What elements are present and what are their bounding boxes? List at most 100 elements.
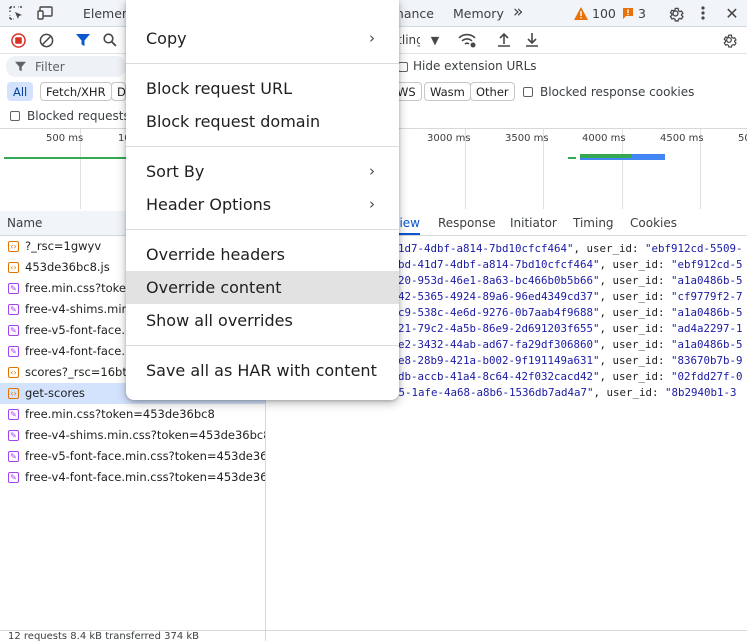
json-line[interactable]: 21-79c2-4a5b-86e9-2d691203f655", user_id…	[398, 322, 743, 338]
json-user-value: "cf9779f2-7	[671, 290, 743, 303]
json-key: , user_id:	[599, 354, 672, 367]
timeline-activity-bar	[4, 157, 126, 159]
json-user-value: "8b2940b1-3	[665, 386, 737, 399]
blocked-response-cookies-checkbox[interactable]	[523, 87, 533, 97]
close-devtools-icon[interactable]: ✕	[724, 4, 740, 23]
menu-item-override-content[interactable]: Override content	[126, 271, 399, 304]
chevron-right-icon: ›	[369, 195, 375, 213]
type-filter-all[interactable]: All	[7, 82, 34, 101]
json-id-value: 21-79c2-4a5b-86e9-2d691203f655"	[398, 322, 600, 335]
issues-count[interactable]: 3	[638, 6, 646, 21]
json-line[interactable]: 20-953d-46e1-8a63-bc466b0b5b66", user_id…	[398, 274, 743, 290]
settings-gear-icon[interactable]	[666, 4, 684, 22]
timeline-activity-bar	[568, 157, 576, 159]
stylesheet-file-icon: ✎	[8, 409, 19, 420]
request-row[interactable]: ✎ free.min.css?token=453de36bc8	[0, 404, 265, 425]
active-tab-underline	[398, 233, 420, 235]
menu-item-save-all-as-har[interactable]: Save all as HAR with content	[126, 354, 399, 387]
blocked-requests-label: Blocked requests	[27, 109, 130, 123]
type-filter-other[interactable]: Other	[470, 82, 515, 101]
more-options-icon[interactable]	[696, 4, 710, 22]
json-user-value: "a1a0486b-5	[671, 274, 743, 287]
timeline-activity-bar	[580, 158, 665, 160]
menu-item-block-request-domain[interactable]: Block request domain	[126, 105, 399, 138]
json-user-value: "02fdd27f-0	[671, 370, 743, 383]
json-user-value: "a1a0486b-5	[671, 338, 743, 351]
json-id-value: bd-41d7-4dbf-a814-7bd10cfcf464"	[398, 258, 600, 271]
chevron-down-icon[interactable]: ▼	[429, 33, 441, 47]
tab-initiator[interactable]: Initiator	[510, 216, 557, 230]
menu-separator	[126, 146, 399, 147]
stop-recording-icon[interactable]	[10, 32, 26, 48]
request-name: free.min.css?token=453de36bc8	[25, 407, 215, 421]
menu-item-override-headers[interactable]: Override headers	[126, 238, 399, 271]
timeline-tick-label: 5000 ms	[738, 133, 747, 144]
more-tabs-icon[interactable]: »	[513, 2, 523, 22]
menu-item-copy[interactable]: Copy ›	[126, 22, 399, 55]
json-line[interactable]: 42-5365-4924-89a6-96ed4349cd37", user_id…	[398, 290, 743, 306]
device-toolbar-icon[interactable]	[37, 5, 53, 21]
warning-icon	[574, 6, 588, 20]
tab-timing[interactable]: Timing	[573, 216, 614, 230]
menu-item-header-options[interactable]: Header Options ›	[126, 188, 399, 221]
blocked-response-cookies-label: Blocked response cookies	[540, 85, 695, 99]
tab-memory[interactable]: Memory	[453, 6, 504, 21]
throttling-select[interactable]: No throttling	[400, 33, 420, 47]
stylesheet-file-icon: ✎	[8, 451, 19, 462]
request-row[interactable]: ✎ free-v4-font-face.min.css?token=453de36…	[0, 467, 265, 488]
json-line[interactable]: c9-538c-4e6d-9276-0b7aab4f9688", user_id…	[398, 306, 743, 322]
clear-icon[interactable]	[38, 32, 54, 48]
request-row[interactable]: ✎ free-v5-font-face.min.css?token=453de36…	[0, 446, 265, 467]
document-file-icon: ‹›	[8, 262, 19, 273]
menu-item-label: Copy	[146, 29, 187, 48]
tab-cookies[interactable]: Cookies	[630, 216, 677, 230]
timeline-tick-label: 4500 ms	[660, 133, 704, 144]
menu-item-sort-by[interactable]: Sort By ›	[126, 155, 399, 188]
json-line[interactable]: bd-41d7-4dbf-a814-7bd10cfcf464", user_id…	[398, 258, 743, 274]
menu-item-label: Header Options	[146, 195, 272, 214]
json-line[interactable]: e8-28b9-421a-b002-9f191149a631", user_id…	[398, 354, 743, 370]
timeline-tick-label: 4000 ms	[582, 133, 626, 144]
filter-funnel-icon[interactable]	[75, 32, 91, 48]
menu-item-block-request-url[interactable]: Block request URL	[126, 72, 399, 105]
json-key: , user_id:	[599, 274, 672, 287]
inspect-element-icon[interactable]	[8, 5, 24, 21]
search-icon[interactable]	[102, 32, 118, 48]
request-row[interactable]: ✎ free-v4-shims.min.css?token=453de36bc8	[0, 425, 265, 446]
status-summary: 12 requests 8.4 kB transferred 374 kB	[8, 631, 200, 642]
hide-extension-urls-checkbox[interactable]	[398, 62, 408, 72]
json-key: , user_id:	[599, 290, 672, 303]
tab-preview[interactable]: Preview	[398, 216, 420, 230]
filter-funnel-small-icon	[14, 60, 26, 72]
menu-item-label: Override content	[146, 278, 282, 297]
json-key: , user_id:	[573, 242, 646, 255]
network-conditions-icon[interactable]	[458, 31, 476, 49]
tab-response[interactable]: Response	[438, 216, 496, 230]
type-filter-fetch-xhr[interactable]: Fetch/XHR	[40, 82, 112, 101]
type-filter-wasm[interactable]: Wasm	[424, 82, 471, 101]
blocked-requests-checkbox[interactable]	[10, 111, 20, 121]
json-line[interactable]: e2-3432-44ab-ad67-fa29df306860", user_id…	[398, 338, 743, 354]
column-name-header[interactable]: Name	[7, 216, 42, 230]
json-id-value: e2-3432-44ab-ad67-fa29df306860"	[398, 338, 600, 351]
timeline-tick-label: 500 ms	[46, 133, 84, 144]
export-har-icon[interactable]	[524, 31, 540, 49]
json-key: , user_id:	[593, 386, 666, 399]
filter-input[interactable]: Filter	[6, 56, 126, 77]
warnings-count[interactable]: 100	[592, 6, 616, 21]
json-line[interactable]: 1d7-4dbf-a814-7bd10cfcf464", user_id: "e…	[398, 242, 743, 258]
json-line[interactable]: db-accb-41a4-8c64-42f032cacd42", user_id…	[398, 370, 743, 386]
request-name: free-v5-font-face.min.css?token=453de36…	[25, 449, 265, 463]
tab-performance[interactable]: Performance	[400, 6, 434, 21]
menu-item-show-all-overrides[interactable]: Show all overrides	[126, 304, 399, 337]
request-name: scores?_rsc=16bt7	[25, 365, 135, 379]
json-id-value: 1d7-4dbf-a814-7bd10cfcf464"	[398, 242, 574, 255]
network-settings-gear-icon[interactable]	[720, 31, 738, 49]
json-key: , user_id:	[599, 322, 672, 335]
stylesheet-file-icon: ✎	[8, 472, 19, 483]
json-key: , user_id:	[599, 370, 672, 383]
request-name: 453de36bc8.js	[25, 260, 110, 274]
type-filter-doc[interactable]: Doc	[111, 82, 126, 101]
status-bar: 12 requests 8.4 kB transferred 374 kB	[0, 630, 747, 642]
import-har-icon[interactable]	[496, 31, 512, 49]
